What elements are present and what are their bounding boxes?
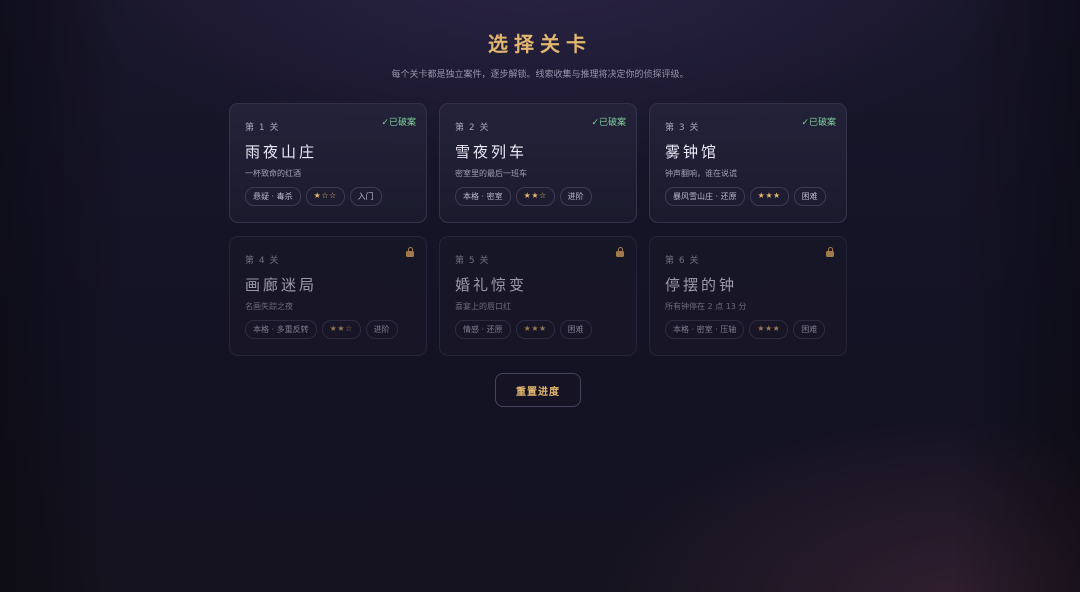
level-description: 钟声翻响，谁在说谎 (665, 169, 737, 178)
level-description: 所有钟停在 2 点 13 分 (665, 302, 747, 311)
genre-tag: 本格 · 多重反转 (245, 320, 317, 339)
level-tags: 情感 · 还原 ★★★ 困难 (455, 320, 621, 339)
level-name: 画廊迷局 (245, 276, 318, 294)
level-description: 喜宴上的唇口红 (455, 302, 511, 311)
level-card-2[interactable]: ✓已破案 第 2 关 雪夜列车 密室里的最后一班车 本格 · 密室 ★★☆ 进阶 (439, 103, 637, 223)
level-card-6[interactable]: 第 6 关 停摆的钟 所有钟停在 2 点 13 分 本格 · 密室 · 压轴 ★… (649, 236, 847, 356)
level-card-5[interactable]: 第 5 关 婚礼惊变 喜宴上的唇口红 情感 · 还原 ★★★ 困难 (439, 236, 637, 356)
difficulty-stars: ★☆☆ (305, 187, 345, 206)
difficulty-stars: ★★☆ (321, 320, 361, 339)
check-icon: ✓ (801, 118, 809, 128)
level-tags: 本格 · 密室 · 压轴 ★★★ 困难 (665, 320, 831, 339)
level-name: 雪夜列车 (455, 143, 528, 161)
check-icon: ✓ (591, 118, 599, 128)
solved-badge: ✓已破案 (801, 118, 836, 128)
difficulty-stars: ★★☆ (515, 187, 555, 206)
difficulty-stars: ★★★ (749, 320, 789, 339)
difficulty-tag: 困难 (559, 320, 592, 339)
level-name: 婚礼惊变 (455, 276, 528, 294)
genre-tag: 悬疑 · 毒杀 (245, 187, 301, 206)
difficulty-tag: 困难 (793, 187, 826, 206)
level-grid: ✓已破案 第 1 关 雨夜山庄 一杯致命的红酒 悬疑 · 毒杀 ★☆☆ 入门 ✓… (229, 103, 847, 356)
level-description: 名画失踪之夜 (245, 302, 293, 311)
genre-tag: 暴风雪山庄 · 还原 (665, 187, 745, 206)
difficulty-stars: ★★★ (515, 320, 555, 339)
genre-tag: 本格 · 密室 · 压轴 (665, 320, 745, 339)
genre-tag: 情感 · 还原 (455, 320, 511, 339)
level-description: 密室里的最后一班车 (455, 169, 527, 178)
level-card-4[interactable]: 第 4 关 画廊迷局 名画失踪之夜 本格 · 多重反转 ★★☆ 进阶 (229, 236, 427, 356)
level-number: 第 6 关 (665, 256, 700, 266)
level-number: 第 4 关 (245, 256, 280, 266)
solved-badge: ✓已破案 (381, 118, 416, 128)
level-card-1[interactable]: ✓已破案 第 1 关 雨夜山庄 一杯致命的红酒 悬疑 · 毒杀 ★☆☆ 入门 (229, 103, 427, 223)
level-name: 停摆的钟 (665, 276, 738, 294)
difficulty-stars: ★★★ (749, 187, 789, 206)
level-name: 雨夜山庄 (245, 143, 318, 161)
difficulty-tag: 困难 (793, 320, 826, 339)
level-tags: 暴风雪山庄 · 还原 ★★★ 困难 (665, 187, 831, 206)
difficulty-tag: 入门 (349, 187, 382, 206)
genre-tag: 本格 · 密室 (455, 187, 511, 206)
page-subtitle: 每个关卡都是独立案件，逐步解锁。线索收集与推理将决定你的侦探评级。 (391, 70, 689, 80)
level-name: 雾钟馆 (665, 143, 720, 161)
level-number: 第 5 关 (455, 256, 490, 266)
page-title: 选择关卡 (488, 32, 592, 56)
level-tags: 本格 · 密室 ★★☆ 进阶 (455, 187, 621, 206)
reset-progress-button[interactable]: 重置进度 (495, 373, 581, 407)
check-icon: ✓ (381, 118, 389, 128)
level-tags: 本格 · 多重反转 ★★☆ 进阶 (245, 320, 411, 339)
level-card-3[interactable]: ✓已破案 第 3 关 雾钟馆 钟声翻响，谁在说谎 暴风雪山庄 · 还原 ★★★ … (649, 103, 847, 223)
difficulty-tag: 进阶 (365, 320, 398, 339)
level-description: 一杯致命的红酒 (245, 169, 301, 178)
solved-badge: ✓已破案 (591, 118, 626, 128)
level-tags: 悬疑 · 毒杀 ★☆☆ 入门 (245, 187, 411, 206)
difficulty-tag: 进阶 (559, 187, 592, 206)
